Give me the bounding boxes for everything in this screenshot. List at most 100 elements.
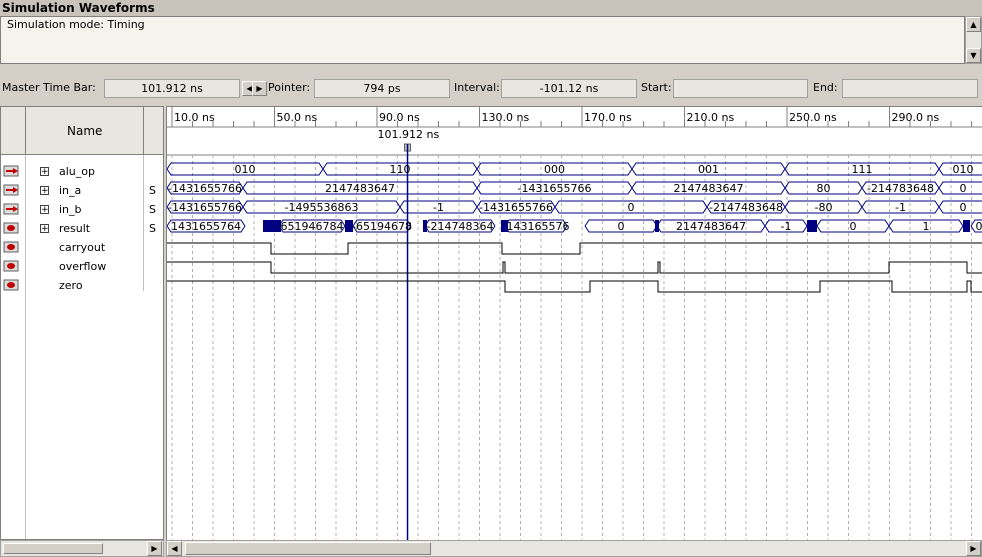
alu-op-bus-value: 111 xyxy=(852,163,873,176)
signal-name-alu-op[interactable]: alu_op xyxy=(59,165,95,178)
output-icon xyxy=(3,240,23,254)
carryout-wave xyxy=(167,242,982,255)
scroll-right-icon[interactable]: ▶ xyxy=(966,541,981,556)
result-bus-value: 2147483647 xyxy=(676,220,746,233)
name-pane-hscrollbar[interactable]: ▶ xyxy=(0,540,164,557)
time-tick-label: 210.0 ns xyxy=(687,111,735,124)
master-time-bar-field[interactable]: 101.912 ns xyxy=(104,79,240,98)
radix-label: S xyxy=(149,222,156,235)
time-tick-label: 90.0 ns xyxy=(379,111,420,124)
window-title: Simulation Waveforms xyxy=(0,0,982,16)
signal-name-result[interactable]: result xyxy=(59,222,90,235)
in-a-bus-value: 0 xyxy=(960,182,967,195)
end-field[interactable] xyxy=(842,79,978,98)
in-a-bus-value: 2147483647 xyxy=(674,182,744,195)
input-icon xyxy=(3,183,23,197)
signal-name-pane: Name + alu_op + in_a S + in_b S + result Scarryout… xyxy=(0,106,164,540)
overflow-wave xyxy=(167,261,982,274)
result-bus-value: 0 xyxy=(618,220,625,233)
time-tick-label: 50.0 ns xyxy=(277,111,318,124)
scroll-right-icon[interactable]: ▶ xyxy=(147,541,162,556)
zero-wave xyxy=(167,280,982,293)
expand-icon[interactable]: + xyxy=(40,224,49,234)
in-a-bus-value: 2147483647 xyxy=(325,182,395,195)
pointer-label: Pointer: xyxy=(268,81,311,94)
result-bus-value: -65194678 xyxy=(352,220,412,233)
time-tick-label: 10.0 ns xyxy=(174,111,215,124)
name-column-header: Name xyxy=(1,107,163,155)
cursor-label: 101.912 ns xyxy=(378,128,440,141)
result-glitch xyxy=(423,220,427,232)
output-icon xyxy=(3,278,23,292)
radix-label: S xyxy=(149,184,156,197)
result-bus-value: 0 xyxy=(976,220,982,233)
result-bus-value: 651946784 xyxy=(281,220,344,233)
simulation-mode-text: Simulation mode: Timing xyxy=(7,18,145,31)
in-b-bus-value: -1 xyxy=(895,201,906,214)
result-bus-value: -214748364 xyxy=(427,220,494,233)
radix-label: S xyxy=(149,203,156,216)
simulation-mode-box: Simulation mode: Timing xyxy=(0,16,965,64)
end-label: End: xyxy=(813,81,838,94)
in-b-bus-value: -1431655766 xyxy=(168,201,242,214)
result-glitch xyxy=(501,220,508,232)
alu-op-bus-value: 001 xyxy=(698,163,719,176)
in-b-bus-value: -1431655766 xyxy=(479,201,553,214)
signal-name-carryout[interactable]: carryout xyxy=(59,241,105,254)
mode-scrollbar[interactable]: ▲ ▼ xyxy=(965,16,982,64)
time-tick-label: 290.0 ns xyxy=(892,111,940,124)
input-icon xyxy=(3,164,23,178)
in-b-bus-value: -1 xyxy=(433,201,444,214)
result-glitch xyxy=(655,220,659,232)
interval-field: -101.12 ns xyxy=(501,79,637,98)
waveform-scroll-thumb[interactable] xyxy=(185,542,431,555)
scroll-down-icon[interactable]: ▼ xyxy=(966,48,981,63)
result-bus-value: 0 xyxy=(850,220,857,233)
alu-op-bus-value: 010 xyxy=(235,163,256,176)
in-b-bus-value: 0 xyxy=(628,201,635,214)
result-bus-value: -1 xyxy=(781,220,792,233)
output-icon xyxy=(3,259,23,273)
result-glitch xyxy=(345,220,353,232)
expand-icon[interactable]: + xyxy=(40,186,49,196)
in-a-bus-value: -214783648 xyxy=(867,182,934,195)
in-b-bus-value: -2147483648 xyxy=(709,201,783,214)
time-bar-right-icon[interactable]: ▶ xyxy=(252,81,267,96)
in-b-bus-value: -80 xyxy=(815,201,833,214)
result-bus-value: 1431655764 xyxy=(171,220,241,233)
output-icon xyxy=(3,221,23,235)
expand-icon[interactable]: + xyxy=(40,205,49,215)
expand-icon[interactable]: + xyxy=(40,167,49,177)
waveform-pane[interactable]: 10.0 ns 50.0 ns 90.0 ns 130.0 ns 170.0 ns 210… xyxy=(166,106,982,540)
signal-name-overflow[interactable]: overflow xyxy=(59,260,106,273)
signal-name-zero[interactable]: zero xyxy=(59,279,83,292)
result-glitch xyxy=(263,220,281,232)
interval-label: Interval: xyxy=(454,81,500,94)
signal-name-in-a[interactable]: in_a xyxy=(59,184,81,197)
in-a-bus-value: -1431655766 xyxy=(518,182,592,195)
alu-op-bus-value: 000 xyxy=(544,163,565,176)
master-time-bar-label: Master Time Bar: xyxy=(2,81,96,94)
name-header-label: Name xyxy=(67,124,103,138)
in-b-bus-value: -1495536863 xyxy=(285,201,359,214)
time-tick-label: 130.0 ns xyxy=(482,111,530,124)
result-bus-value: 1 xyxy=(923,220,930,233)
start-field[interactable] xyxy=(673,79,808,98)
time-tick-label: 170.0 ns xyxy=(584,111,632,124)
scroll-thumb[interactable] xyxy=(3,543,103,554)
result-bus-value: -143165576 xyxy=(503,220,570,233)
in-b-bus-value: 0 xyxy=(960,201,967,214)
start-label: Start: xyxy=(641,81,672,94)
alu-op-bus-value: 010 xyxy=(953,163,974,176)
alu-op-bus-value: 110 xyxy=(390,163,411,176)
scroll-left-icon[interactable]: ◀ xyxy=(167,541,182,556)
in-a-bus-value: 80 xyxy=(817,182,831,195)
waveform-hscrollbar[interactable]: ◀ ▶ xyxy=(166,540,982,557)
input-icon xyxy=(3,202,23,216)
scroll-up-icon[interactable]: ▲ xyxy=(966,17,981,32)
result-glitch xyxy=(807,220,817,232)
in-a-bus-value: -1431655766 xyxy=(168,182,242,195)
signal-name-in-b[interactable]: in_b xyxy=(59,203,82,216)
result-glitch xyxy=(963,220,970,232)
time-tick-label: 250.0 ns xyxy=(789,111,837,124)
